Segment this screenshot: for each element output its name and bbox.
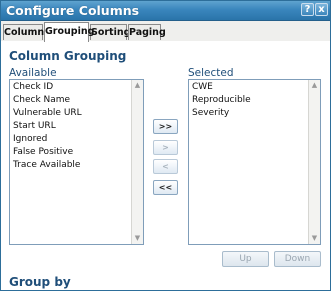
list-item[interactable]: Start URL <box>13 120 129 133</box>
remove-all-button[interactable]: << <box>153 180 178 195</box>
add-all-button[interactable]: >> <box>153 119 178 134</box>
scroll-up-icon[interactable]: ▲ <box>132 80 143 91</box>
list-item[interactable]: Reproducible <box>192 94 306 107</box>
group-by-heading: Group by <box>9 275 71 289</box>
scroll-down-icon[interactable]: ▼ <box>309 233 320 244</box>
list-item[interactable]: Trace Available <box>13 159 129 172</box>
title-bar[interactable]: Configure Columns ? x <box>1 1 330 21</box>
available-list-scrollbar[interactable]: ▲ ▼ <box>131 80 143 244</box>
tab-paging[interactable]: Paging <box>128 24 166 40</box>
selected-list-scrollbar[interactable]: ▲ ▼ <box>308 80 320 244</box>
selected-columns-list[interactable]: CWE Reproducible Severity ▲ ▼ <box>188 79 321 245</box>
remove-button[interactable]: < <box>153 159 178 174</box>
list-item[interactable]: Ignored <box>13 133 129 146</box>
available-label: Available <box>9 67 57 79</box>
grouping-panel: Column Grouping Available Selected Check… <box>1 41 330 290</box>
add-button[interactable]: > <box>153 140 178 155</box>
help-button[interactable]: ? <box>301 3 314 16</box>
tab-sorting[interactable]: Sorting <box>90 24 130 40</box>
scroll-up-icon[interactable]: ▲ <box>309 80 320 91</box>
list-item[interactable]: Severity <box>192 107 306 120</box>
move-up-button[interactable]: Up <box>222 251 269 267</box>
move-down-button[interactable]: Down <box>274 251 321 267</box>
scroll-down-icon[interactable]: ▼ <box>132 233 143 244</box>
list-item[interactable]: Vulnerable URL <box>13 107 129 120</box>
list-item[interactable]: False Positive <box>13 146 129 159</box>
available-columns-list[interactable]: Check ID Check Name Vulnerable URL Start… <box>9 79 144 245</box>
tab-columns[interactable]: Columns <box>3 24 50 40</box>
tab-grouping[interactable]: Grouping <box>44 22 94 42</box>
list-item[interactable]: Check ID <box>13 81 129 94</box>
list-item[interactable]: CWE <box>192 81 306 94</box>
list-item[interactable]: Check Name <box>13 94 129 107</box>
configure-columns-dialog: Configure Columns ? x Columns Grouping S… <box>0 0 331 291</box>
column-grouping-heading: Column Grouping <box>9 49 127 63</box>
tab-bar: Columns Grouping Sorting Paging <box>1 21 330 42</box>
close-button[interactable]: x <box>315 3 328 16</box>
selected-label: Selected <box>188 67 234 79</box>
dialog-title: Configure Columns <box>6 3 140 18</box>
